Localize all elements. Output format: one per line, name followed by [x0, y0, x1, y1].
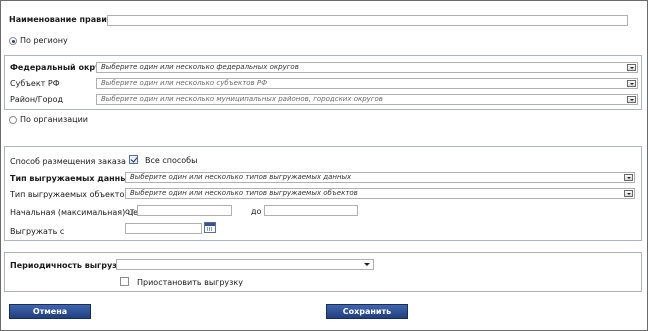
save-button[interactable]: Сохранить — [326, 304, 408, 319]
rule-name-input[interactable] — [107, 15, 628, 26]
placement-label: Способ размещения заказа — [10, 157, 126, 166]
chevron-down-icon[interactable] — [627, 80, 636, 87]
object-type-placeholder: Выберите один или несколько типов выгруж… — [130, 189, 358, 197]
federal-district-select[interactable]: Выберите один или несколько федеральных … — [96, 62, 638, 73]
chevron-down-icon[interactable] — [364, 263, 370, 266]
federal-district-placeholder: Выберите один или несколько федеральных … — [101, 63, 299, 71]
by-region-radio[interactable] — [9, 37, 17, 45]
export-from-date-input[interactable] — [125, 223, 202, 234]
price-to-input[interactable] — [264, 205, 358, 216]
price-from-input[interactable] — [137, 205, 232, 216]
periodicity-select[interactable] — [116, 259, 374, 270]
price-from-label: от — [125, 207, 135, 216]
data-type-label: Тип выгружаемых данных* — [10, 174, 139, 183]
subject-label: Субъект РФ — [10, 79, 60, 88]
data-type-placeholder: Выберите один или несколько типов выгруж… — [130, 173, 352, 181]
chevron-down-icon[interactable] — [624, 190, 633, 197]
price-to-label: до — [251, 207, 262, 216]
calendar-icon[interactable] — [204, 222, 216, 233]
all-methods-checkbox[interactable] — [129, 155, 138, 164]
suspend-checkbox[interactable] — [120, 277, 129, 286]
by-organization-radio[interactable] — [9, 116, 17, 124]
chevron-down-icon[interactable] — [627, 96, 636, 103]
all-methods-label: Все способы — [145, 156, 198, 165]
subject-select[interactable]: Выберите один или несколько субъектов РФ — [96, 78, 638, 89]
district-city-select[interactable]: Выберите один или несколько муниципальны… — [96, 94, 638, 105]
district-city-label: Район/Город — [10, 95, 64, 104]
district-city-placeholder: Выберите один или несколько муниципальны… — [101, 95, 383, 103]
chevron-down-icon[interactable] — [624, 174, 633, 181]
object-type-select[interactable]: Выберите один или несколько типов выгруж… — [125, 188, 635, 199]
data-type-select[interactable]: Выберите один или несколько типов выгруж… — [125, 172, 635, 183]
export-from-label: Выгружать с — [10, 227, 65, 236]
suspend-label: Приостановить выгрузку — [137, 278, 243, 287]
by-region-label: По региону — [20, 36, 68, 45]
object-type-label: Тип выгружаемых объектов — [10, 190, 130, 199]
cancel-button[interactable]: Отмена — [9, 304, 91, 319]
subject-placeholder: Выберите один или несколько субъектов РФ — [101, 79, 268, 87]
chevron-down-icon[interactable] — [627, 64, 636, 71]
by-organization-label: По организации — [20, 115, 88, 124]
periodicity-section — [4, 252, 642, 292]
